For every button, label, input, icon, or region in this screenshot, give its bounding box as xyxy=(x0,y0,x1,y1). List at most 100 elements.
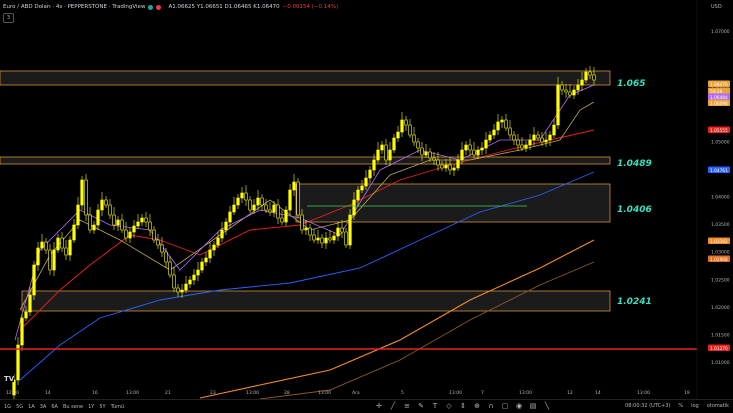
price-badge-7: 1.02968 xyxy=(708,255,730,263)
candle-57 xyxy=(236,194,240,209)
timeframe-1[interactable]: 5G xyxy=(16,404,23,410)
chart-window: Euro / ABD Doları · 4s · PEPPERSTONE · T… xyxy=(0,0,733,413)
candle-16 xyxy=(72,219,76,243)
timeframe-5[interactable]: Bu sene xyxy=(63,404,83,410)
price-badge-layer: 1.0647059:261.064841.060961.055551.04761… xyxy=(708,80,730,352)
price-badge-8: 1.01270 xyxy=(708,344,730,352)
time-label-13: 13:00 xyxy=(519,390,532,396)
timeframe-3[interactable]: 3A xyxy=(40,404,47,410)
timeframe-7[interactable]: 5Y xyxy=(99,404,105,410)
candle-69 xyxy=(284,206,288,226)
svg-text:1.06096: 1.06096 xyxy=(710,101,728,107)
candle-116 xyxy=(472,142,476,158)
candle-46 xyxy=(192,269,196,285)
price-tick-2: 1.05000 xyxy=(711,139,730,145)
magnet-icon[interactable]: ∩ xyxy=(487,402,495,410)
candle-68 xyxy=(280,210,284,225)
price-badge-0: 1.06470 xyxy=(708,80,730,88)
candle-101 xyxy=(412,127,416,146)
log-toggle[interactable]: log xyxy=(691,402,699,411)
time-label-0: 12:00 xyxy=(6,390,19,396)
trash-icon[interactable]: ▤ xyxy=(529,402,537,410)
time-label-14: 12 xyxy=(567,390,573,396)
pattern-icon[interactable]: ◇ xyxy=(445,402,453,410)
tradingview-logo-mark: TV xyxy=(4,375,15,383)
candle-48 xyxy=(200,258,204,273)
percent-toggle[interactable]: % xyxy=(678,402,683,411)
candle-50 xyxy=(208,242,212,263)
svg-text:1.05555: 1.05555 xyxy=(710,128,728,134)
clock[interactable]: 08:00:32 (UTC+3) xyxy=(625,402,670,411)
time-label-2: 16 xyxy=(92,390,98,396)
svg-text:1.03392: 1.03392 xyxy=(710,239,728,245)
timeframe-2[interactable]: 1A xyxy=(28,404,35,410)
text-icon[interactable]: T xyxy=(431,402,439,410)
candle-136 xyxy=(552,119,556,138)
measure-icon[interactable]: ⇕ xyxy=(459,402,467,410)
auto-toggle[interactable]: otomatik xyxy=(707,402,729,411)
candle-37 xyxy=(156,234,160,249)
lock-icon[interactable]: ▢ xyxy=(501,402,509,410)
candle-129 xyxy=(524,141,528,152)
candle-67 xyxy=(276,199,280,224)
candle-139 xyxy=(564,84,568,98)
candle-135 xyxy=(548,131,552,146)
brush-icon[interactable]: ✎ xyxy=(417,402,425,410)
price-badge-3: 1.06096 xyxy=(708,99,730,107)
candle-77 xyxy=(316,230,320,244)
candle-62 xyxy=(256,190,260,210)
candle-56 xyxy=(232,197,236,215)
candle-11 xyxy=(52,242,56,276)
candle-98 xyxy=(400,112,404,137)
candle-7 xyxy=(36,242,40,271)
time-label-16: 13:00 xyxy=(637,390,650,396)
zoom-icon[interactable]: ⊕ xyxy=(473,402,481,410)
candle-2 xyxy=(16,337,20,385)
level-label-1065: 1.065 xyxy=(617,79,645,89)
candle-137 xyxy=(556,77,560,129)
timeframe-4[interactable]: 6A xyxy=(51,404,58,410)
ruler-icon[interactable]: ╲ xyxy=(543,402,551,410)
candle-13 xyxy=(60,232,64,252)
candle-114 xyxy=(464,141,468,155)
crosshair-icon[interactable]: ✛ xyxy=(375,402,383,410)
candle-32 xyxy=(136,214,140,229)
timeframe-8[interactable]: Tümü xyxy=(111,404,125,410)
time-label-10: 5 xyxy=(401,390,404,396)
price-chart[interactable]: 1.065 1.0489 1.0406 1.0241 USD 1.070001.… xyxy=(0,0,733,399)
candle-18 xyxy=(80,176,84,210)
candle-80 xyxy=(328,230,332,243)
svg-text:1.02968: 1.02968 xyxy=(710,257,728,263)
candle-78 xyxy=(320,234,324,248)
bottom-right-controls: 08:00:32 (UTC+3) % log otomatik xyxy=(625,402,729,411)
candle-25 xyxy=(108,199,112,219)
price-tick-0: 1.07000 xyxy=(711,29,730,35)
price-badge-6: 1.03392 xyxy=(708,237,730,245)
candle-99 xyxy=(404,116,408,131)
time-label-12: 7 xyxy=(481,390,484,396)
svg-text:1.01270: 1.01270 xyxy=(710,346,728,352)
candle-93 xyxy=(380,141,384,154)
candle-3 xyxy=(20,314,24,351)
timeframe-6[interactable]: 1Y xyxy=(88,404,94,410)
candle-23 xyxy=(100,192,104,216)
candle-6 xyxy=(32,261,36,300)
timeframe-0[interactable]: 1G xyxy=(4,404,11,410)
candle-49 xyxy=(204,252,208,266)
price-badge-5: 1.04761 xyxy=(708,166,730,174)
time-label-8: 13:00 xyxy=(318,390,331,396)
candle-120 xyxy=(488,131,492,143)
candle-71 xyxy=(292,174,296,196)
candle-122 xyxy=(496,114,500,135)
time-label-11: 13:00 xyxy=(449,390,462,396)
svg-text:1.06470: 1.06470 xyxy=(710,82,728,88)
candle-41 xyxy=(172,267,176,292)
eye-icon[interactable]: ◉ xyxy=(515,402,523,410)
level-label-10489: 1.0489 xyxy=(617,159,652,169)
level-label-10241: 1.0241 xyxy=(617,297,652,307)
candle-112 xyxy=(456,154,460,171)
trend-line-icon[interactable]: ╱ xyxy=(389,402,397,410)
candle-81 xyxy=(332,232,336,244)
fib-icon[interactable]: ≡ xyxy=(403,402,411,410)
candle-111 xyxy=(452,164,456,176)
